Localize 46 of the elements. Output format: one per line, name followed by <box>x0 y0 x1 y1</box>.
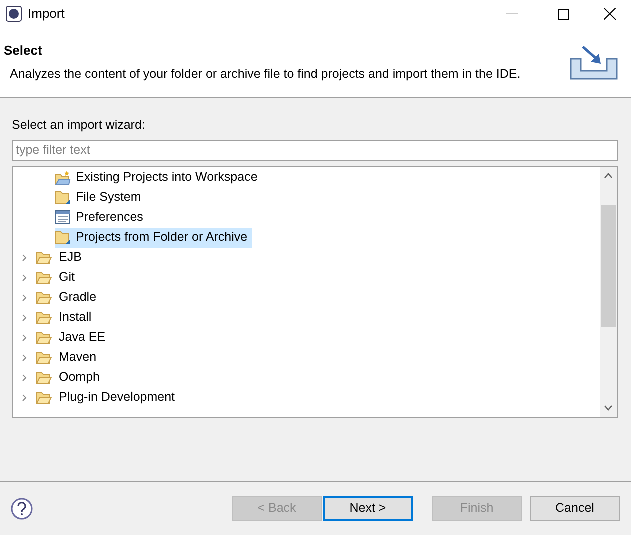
folder-icon <box>36 250 52 265</box>
tree-item[interactable]: Preferences <box>55 208 148 228</box>
tree-item[interactable]: Existing Projects into Workspace <box>55 168 262 188</box>
folder-icon <box>36 290 52 305</box>
window-title: Import <box>28 5 65 24</box>
tree-item[interactable]: Oomph <box>59 368 100 388</box>
chevron-right-icon[interactable] <box>21 314 29 322</box>
filter-field[interactable]: type filter text <box>12 140 618 161</box>
chevron-right-icon[interactable] <box>21 254 29 262</box>
chevron-right-icon[interactable] <box>21 374 29 382</box>
help-icon[interactable] <box>11 498 33 520</box>
folder-star-icon <box>55 170 71 186</box>
tree-item[interactable]: File System <box>55 188 146 208</box>
folder-icon <box>55 230 71 246</box>
chevron-right-icon[interactable] <box>21 394 29 402</box>
close-icon[interactable] <box>604 8 616 20</box>
wizard-button[interactable]: Cancel <box>530 496 620 521</box>
wizard-label: Select an import wizard: <box>12 117 146 134</box>
folder-icon <box>55 190 71 206</box>
wizard-button[interactable]: Next > <box>323 496 413 521</box>
folder-icon <box>36 330 52 345</box>
chevron-right-icon[interactable] <box>21 294 29 302</box>
scroll-thumb[interactable] <box>601 204 616 327</box>
scrollbar[interactable] <box>600 166 617 417</box>
tree-item[interactable]: Git <box>59 268 75 288</box>
app-icon <box>6 6 22 22</box>
maximize-icon[interactable] <box>558 8 569 20</box>
chevron-right-icon[interactable] <box>21 334 29 342</box>
tree-item[interactable]: Plug-in Development <box>59 388 176 408</box>
chevron-right-icon[interactable] <box>21 354 29 362</box>
folder-icon <box>36 270 52 285</box>
folder-icon <box>36 390 52 405</box>
page-description: Analyzes the content of your folder or archive file to find projects and import them in the IDE. <box>9 66 522 83</box>
tree-item[interactable]: Install <box>59 308 92 328</box>
folder-icon <box>36 350 52 365</box>
folder-icon <box>36 370 52 385</box>
list-window-icon <box>55 210 71 226</box>
page-title: Select <box>4 42 44 60</box>
folder-icon <box>36 310 52 325</box>
tree-item[interactable]: EJB <box>59 248 82 268</box>
chevron-right-icon[interactable] <box>21 274 29 282</box>
tree-item[interactable]: Projects from Folder or Archive <box>55 228 252 248</box>
tree-item[interactable]: Gradle <box>59 288 97 308</box>
tree-item[interactable]: Maven <box>59 348 97 368</box>
import-tray-icon <box>569 44 619 80</box>
tree-item[interactable]: Java EE <box>59 328 106 348</box>
